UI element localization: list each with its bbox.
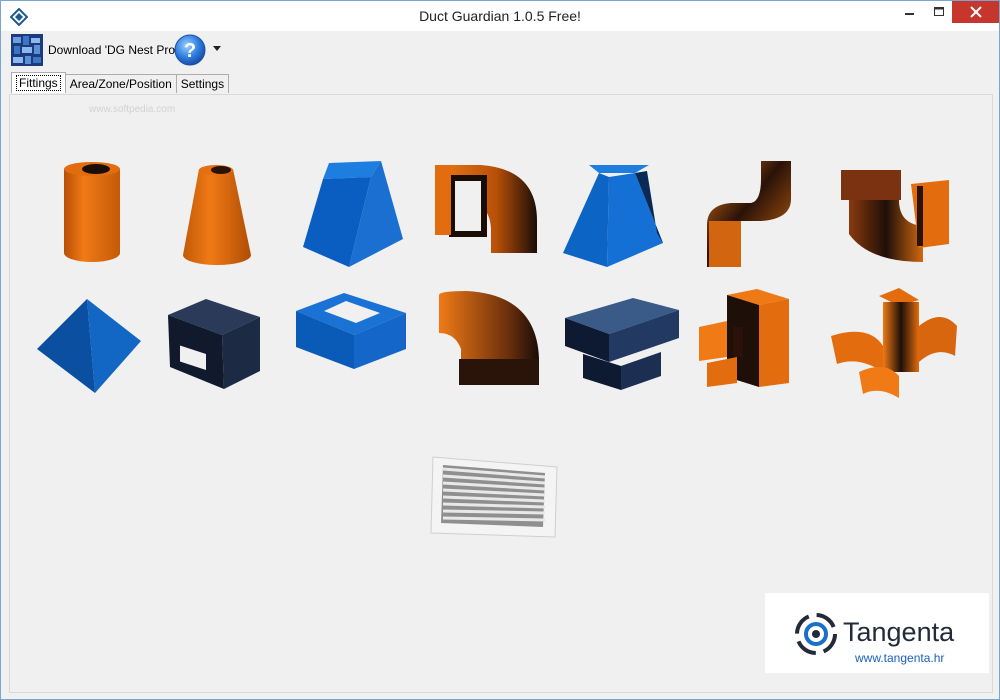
- s-offset-icon[interactable]: [701, 159, 796, 271]
- close-icon: [969, 6, 982, 18]
- round-reducer-icon[interactable]: [179, 161, 253, 271]
- rectangular-box-duct-icon[interactable]: [166, 297, 262, 392]
- round-cross-icon[interactable]: [829, 286, 959, 400]
- tab-fittings[interactable]: Fittings: [11, 72, 66, 93]
- close-button[interactable]: [952, 1, 999, 23]
- tab-settings[interactable]: Settings: [175, 74, 230, 93]
- download-dg-nest-pro-button[interactable]: Download 'DG Nest Pro': [11, 33, 177, 67]
- chevron-down-icon[interactable]: [212, 45, 222, 53]
- rectangular-elbow-with-square-icon[interactable]: [431, 161, 539, 256]
- tab-label: Fittings: [16, 75, 61, 91]
- toolbar: Download 'DG Nest Pro' ?: [1, 31, 999, 69]
- app-window: Duct Guardian 1.0.5 Free! Download 'DG N…: [0, 0, 1000, 700]
- maximize-icon: [934, 7, 944, 16]
- title-bar[interactable]: Duct Guardian 1.0.5 Free!: [1, 1, 999, 31]
- rectangular-tee-icon[interactable]: [561, 294, 683, 392]
- square-frame-icon[interactable]: [294, 291, 408, 371]
- tab-area-zone-position[interactable]: Area/Zone/Position: [64, 74, 177, 93]
- tab-strip: Fittings Area/Zone/Position Settings: [11, 72, 230, 94]
- tangenta-logo-box: Tangenta www.tangenta.hr: [765, 593, 989, 673]
- tangenta-name: Tangenta: [843, 617, 955, 647]
- window-title: Duct Guardian 1.0.5 Free!: [419, 8, 581, 24]
- watermark-text: www.softpedia.com: [89, 104, 176, 115]
- round-duct-icon[interactable]: [56, 159, 126, 269]
- minimize-button[interactable]: [894, 1, 926, 23]
- minimize-icon: [905, 13, 914, 15]
- tab-label: Area/Zone/Position: [69, 77, 172, 91]
- triangular-transition-icon[interactable]: [559, 163, 669, 268]
- svg-text:?: ?: [184, 40, 196, 62]
- tab-label: Settings: [180, 77, 225, 91]
- dg-nest-pro-icon: [11, 34, 43, 66]
- rectangular-pyramid-reducer-icon[interactable]: [301, 159, 406, 271]
- tangenta-logo-icon: [795, 613, 837, 655]
- help-question-icon: ?: [174, 34, 206, 66]
- help-button[interactable]: ?: [173, 33, 207, 67]
- rectangular-cross-icon[interactable]: [697, 287, 795, 391]
- air-grille-icon[interactable]: [427, 453, 561, 541]
- rectangular-bend-icon[interactable]: [437, 289, 541, 387]
- tangenta-url-link[interactable]: www.tangenta.hr: [855, 651, 944, 665]
- pyramid-cap-icon[interactable]: [35, 297, 143, 395]
- download-label: Download 'DG Nest Pro': [48, 43, 178, 57]
- maximize-button[interactable]: [926, 1, 952, 23]
- elbow-branch-icon[interactable]: [839, 164, 953, 264]
